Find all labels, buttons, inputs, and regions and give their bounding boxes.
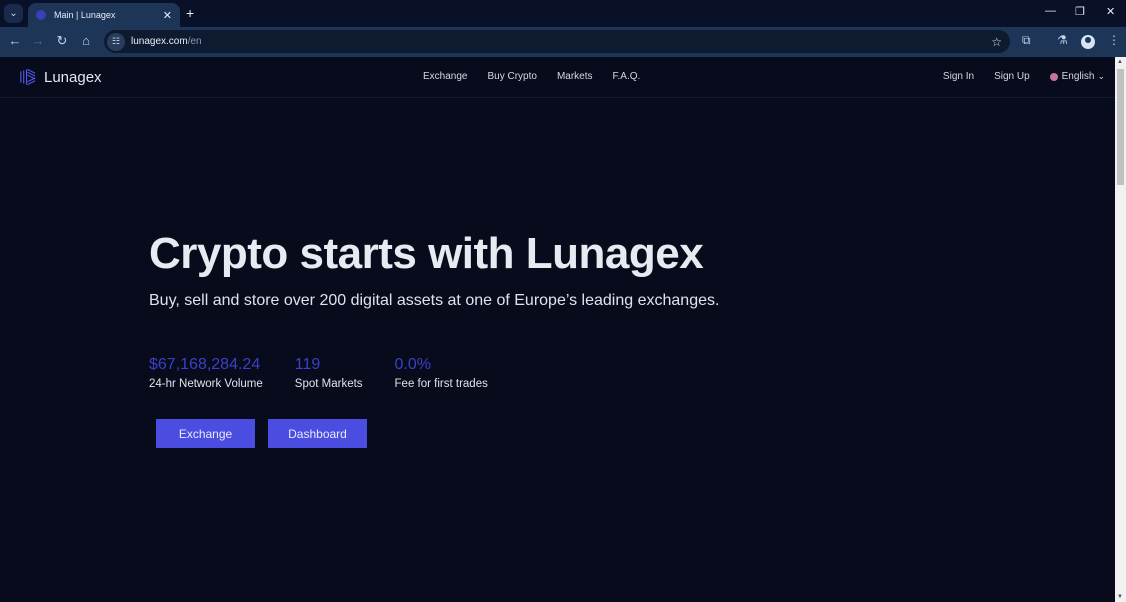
minimize-icon[interactable]: — — [1045, 5, 1056, 17]
nav-faq[interactable]: F.A.Q. — [613, 71, 641, 82]
site-info-icon[interactable]: ☷ — [107, 32, 125, 51]
stats-row: $67,168,284.24 24-hr Network Volume 119 … — [149, 356, 520, 390]
stat-value: 119 — [294, 356, 321, 373]
scroll-up-icon[interactable]: ▲ — [1117, 59, 1123, 65]
forward-icon[interactable]: → — [29, 33, 47, 48]
logo-text: Lunagex — [44, 68, 102, 86]
chevron-down-icon: ⌄ — [1097, 71, 1105, 81]
reload-icon[interactable]: ↻ — [53, 33, 71, 49]
url-text[interactable]: lunagex.com/en — [131, 36, 202, 47]
auth-area: Sign In Sign Up English ⌄ — [943, 71, 1115, 82]
restore-icon[interactable]: ❐ — [1075, 5, 1085, 18]
address-bar[interactable]: ☷ lunagex.com/en ☆ — [104, 30, 1010, 53]
bookmark-star-icon[interactable]: ☆ — [991, 35, 1002, 49]
chevron-down-icon: ⌄ — [9, 8, 18, 19]
flag-icon — [1049, 72, 1058, 81]
stat-label: Fee for first trades — [394, 378, 488, 390]
language-selector[interactable]: English ⌄ — [1049, 71, 1105, 82]
url-path: /en — [187, 36, 202, 47]
extensions-icon[interactable]: ⧉ — [1022, 33, 1031, 48]
stat-fee: 0.0% Fee for first trades — [395, 356, 488, 390]
kebab-menu-icon[interactable]: ⋮ — [1108, 33, 1120, 47]
page-viewport: Lunagex Exchange Buy Crypto Markets F.A.… — [0, 57, 1115, 602]
back-icon[interactable]: ← — [6, 33, 24, 48]
site-header: Lunagex Exchange Buy Crypto Markets F.A.… — [0, 57, 1115, 98]
stat-value: $67,168,284.24 — [149, 356, 261, 373]
close-icon[interactable]: ✕ — [163, 9, 172, 22]
profile-avatar-icon[interactable] — [1081, 35, 1095, 49]
nav-exchange[interactable]: Exchange — [423, 71, 467, 82]
site-logo[interactable]: Lunagex — [18, 67, 102, 87]
scroll-down-icon[interactable]: ▼ — [1117, 594, 1123, 600]
plus-icon[interactable]: + — [186, 5, 194, 21]
nav-markets[interactable]: Markets — [557, 71, 593, 82]
tab-search-button[interactable]: ⌄ — [4, 4, 23, 23]
browser-toolbar: ← → ↻ ⌂ ☷ lunagex.com/en ☆ ⧉ ⚗ ⋮ — [0, 27, 1126, 57]
scrollbar-thumb[interactable] — [1117, 69, 1124, 185]
favicon-icon — [36, 10, 46, 20]
sign-in-link[interactable]: Sign In — [943, 71, 974, 82]
tab-title: Main | Lunagex — [54, 10, 116, 20]
hero-subtitle: Buy, sell and store over 200 digital ass… — [149, 292, 720, 309]
stat-value: 0.0% — [394, 356, 431, 373]
dashboard-button[interactable]: Dashboard — [268, 419, 367, 448]
close-window-icon[interactable]: ✕ — [1106, 5, 1115, 18]
browser-tab-strip: ⌄ Main | Lunagex ✕ + — ❐ ✕ — [0, 0, 1126, 27]
lunagex-logo-icon — [20, 68, 36, 86]
sign-up-link[interactable]: Sign Up — [994, 71, 1030, 82]
stat-label: 24-hr Network Volume — [149, 378, 263, 390]
stat-network-volume: $67,168,284.24 24-hr Network Volume — [149, 356, 263, 390]
browser-tab[interactable]: Main | Lunagex ✕ — [28, 3, 180, 27]
home-icon[interactable]: ⌂ — [77, 33, 95, 48]
url-host: lunagex.com — [131, 36, 188, 47]
exchange-button[interactable]: Exchange — [156, 419, 255, 448]
language-label: English — [1061, 71, 1095, 82]
main-nav: Exchange Buy Crypto Markets F.A.Q. — [423, 71, 660, 82]
page-scrollbar[interactable]: ▲ ▼ — [1115, 57, 1126, 602]
stat-spot-markets: 119 Spot Markets — [295, 356, 363, 390]
labs-flask-icon[interactable]: ⚗ — [1057, 33, 1068, 47]
hero-title: Crypto starts with Lunagex — [149, 229, 704, 278]
stat-label: Spot Markets — [294, 378, 363, 390]
nav-buy-crypto[interactable]: Buy Crypto — [487, 71, 536, 82]
